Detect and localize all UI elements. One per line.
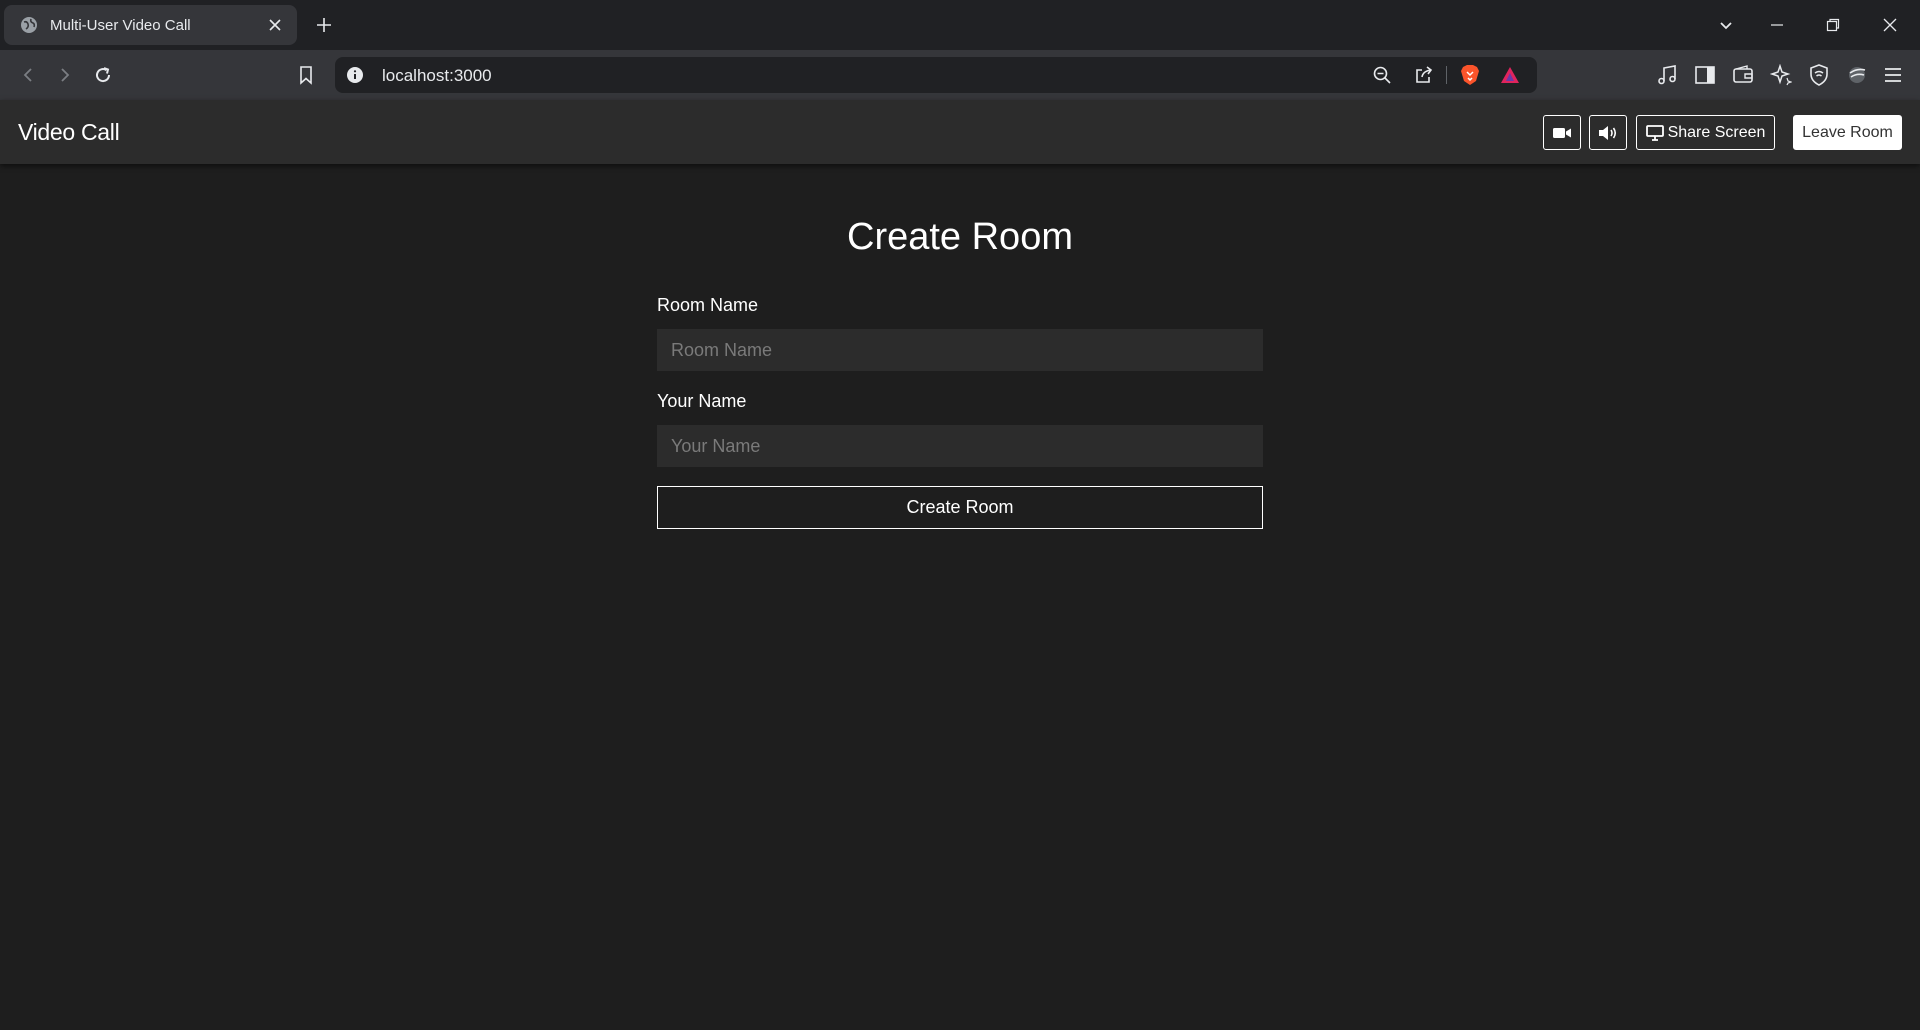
- share-screen-button[interactable]: Share Screen: [1636, 115, 1775, 150]
- your-name-input[interactable]: [657, 425, 1263, 467]
- speaker-icon: [1598, 125, 1618, 141]
- url-text: localhost:3000: [382, 66, 492, 85]
- share-icon[interactable]: [1412, 63, 1436, 87]
- page-title: Create Room: [847, 216, 1073, 258]
- minimize-icon[interactable]: [1764, 12, 1790, 38]
- vpn-shield-icon[interactable]: [1806, 62, 1832, 88]
- app-navbar: Video Call Share Screen Leave Room: [0, 100, 1920, 164]
- create-room-button[interactable]: Create Room: [657, 486, 1263, 529]
- leave-room-button[interactable]: Leave Room: [1793, 115, 1902, 150]
- browser-toolbar: localhost:3000: [0, 50, 1920, 100]
- close-tab-icon[interactable]: [265, 15, 285, 35]
- sidebar-icon[interactable]: [1692, 62, 1718, 88]
- address-bar[interactable]: localhost:3000: [335, 57, 1537, 93]
- new-tab-icon[interactable]: [312, 13, 336, 37]
- zoom-out-icon[interactable]: [1370, 63, 1394, 87]
- your-name-label: Your Name: [657, 391, 747, 411]
- monitor-icon: [1645, 124, 1664, 141]
- browser-tab-strip: Multi-User Video Call: [0, 0, 1920, 50]
- reload-icon[interactable]: [90, 62, 116, 88]
- room-name-label: Room Name: [657, 295, 759, 315]
- browser-tab[interactable]: Multi-User Video Call: [4, 5, 297, 45]
- leo-ai-icon[interactable]: [1768, 62, 1794, 88]
- app-brand: Video Call: [18, 119, 120, 145]
- toggle-audio-button[interactable]: [1589, 115, 1627, 150]
- brave-rewards-icon[interactable]: [1498, 63, 1522, 87]
- toggle-camera-button[interactable]: [1543, 115, 1581, 150]
- wallet-icon[interactable]: [1730, 62, 1756, 88]
- forward-icon[interactable]: [52, 62, 78, 88]
- back-icon[interactable]: [15, 62, 41, 88]
- close-window-icon[interactable]: [1877, 12, 1903, 38]
- site-info-icon[interactable]: [343, 63, 367, 87]
- restore-icon[interactable]: [1820, 12, 1846, 38]
- bookmark-icon[interactable]: [293, 62, 319, 88]
- tab-search-chevron-icon[interactable]: [1713, 12, 1739, 38]
- media-music-icon[interactable]: [1654, 62, 1680, 88]
- room-name-input[interactable]: [657, 329, 1263, 371]
- video-camera-icon: [1552, 126, 1572, 140]
- brave-shields-icon[interactable]: [1458, 63, 1482, 87]
- tab-title: Multi-User Video Call: [50, 16, 191, 34]
- menu-icon[interactable]: [1880, 62, 1906, 88]
- globe-icon: [20, 16, 38, 34]
- share-screen-label: Share Screen: [1667, 123, 1766, 141]
- extension-icon[interactable]: [1844, 62, 1870, 88]
